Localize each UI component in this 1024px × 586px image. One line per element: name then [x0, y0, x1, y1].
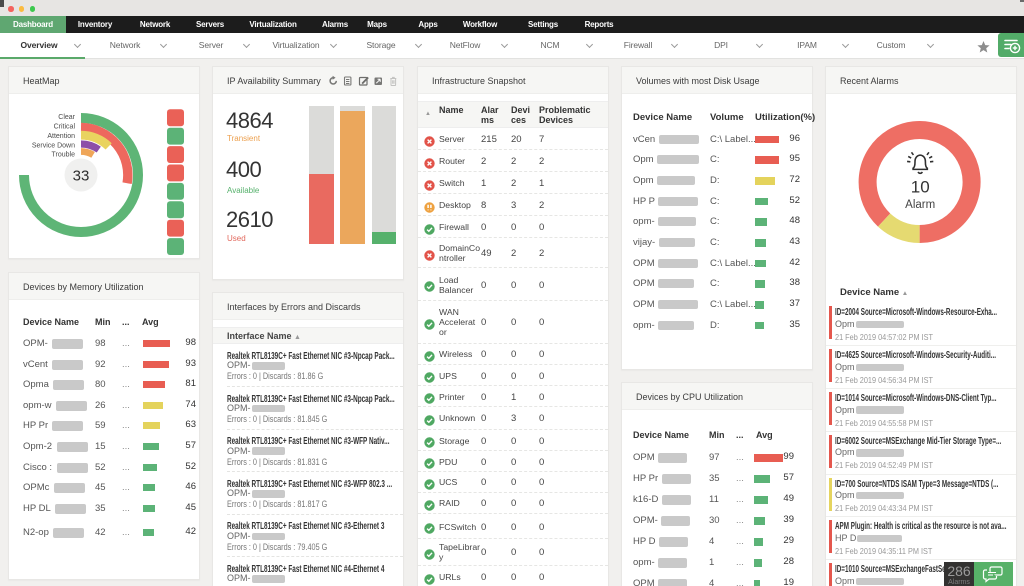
svg-text:Clear: Clear	[58, 114, 75, 121]
svg-text:10: 10	[911, 178, 930, 197]
svg-text:33: 33	[73, 168, 90, 185]
svg-text:Critical: Critical	[54, 124, 76, 131]
svg-text:Trouble: Trouble	[52, 152, 76, 159]
svg-text:Attention: Attention	[47, 133, 75, 140]
svg-text:Alarm: Alarm	[905, 199, 935, 211]
svg-text:Service Down: Service Down	[32, 143, 75, 150]
